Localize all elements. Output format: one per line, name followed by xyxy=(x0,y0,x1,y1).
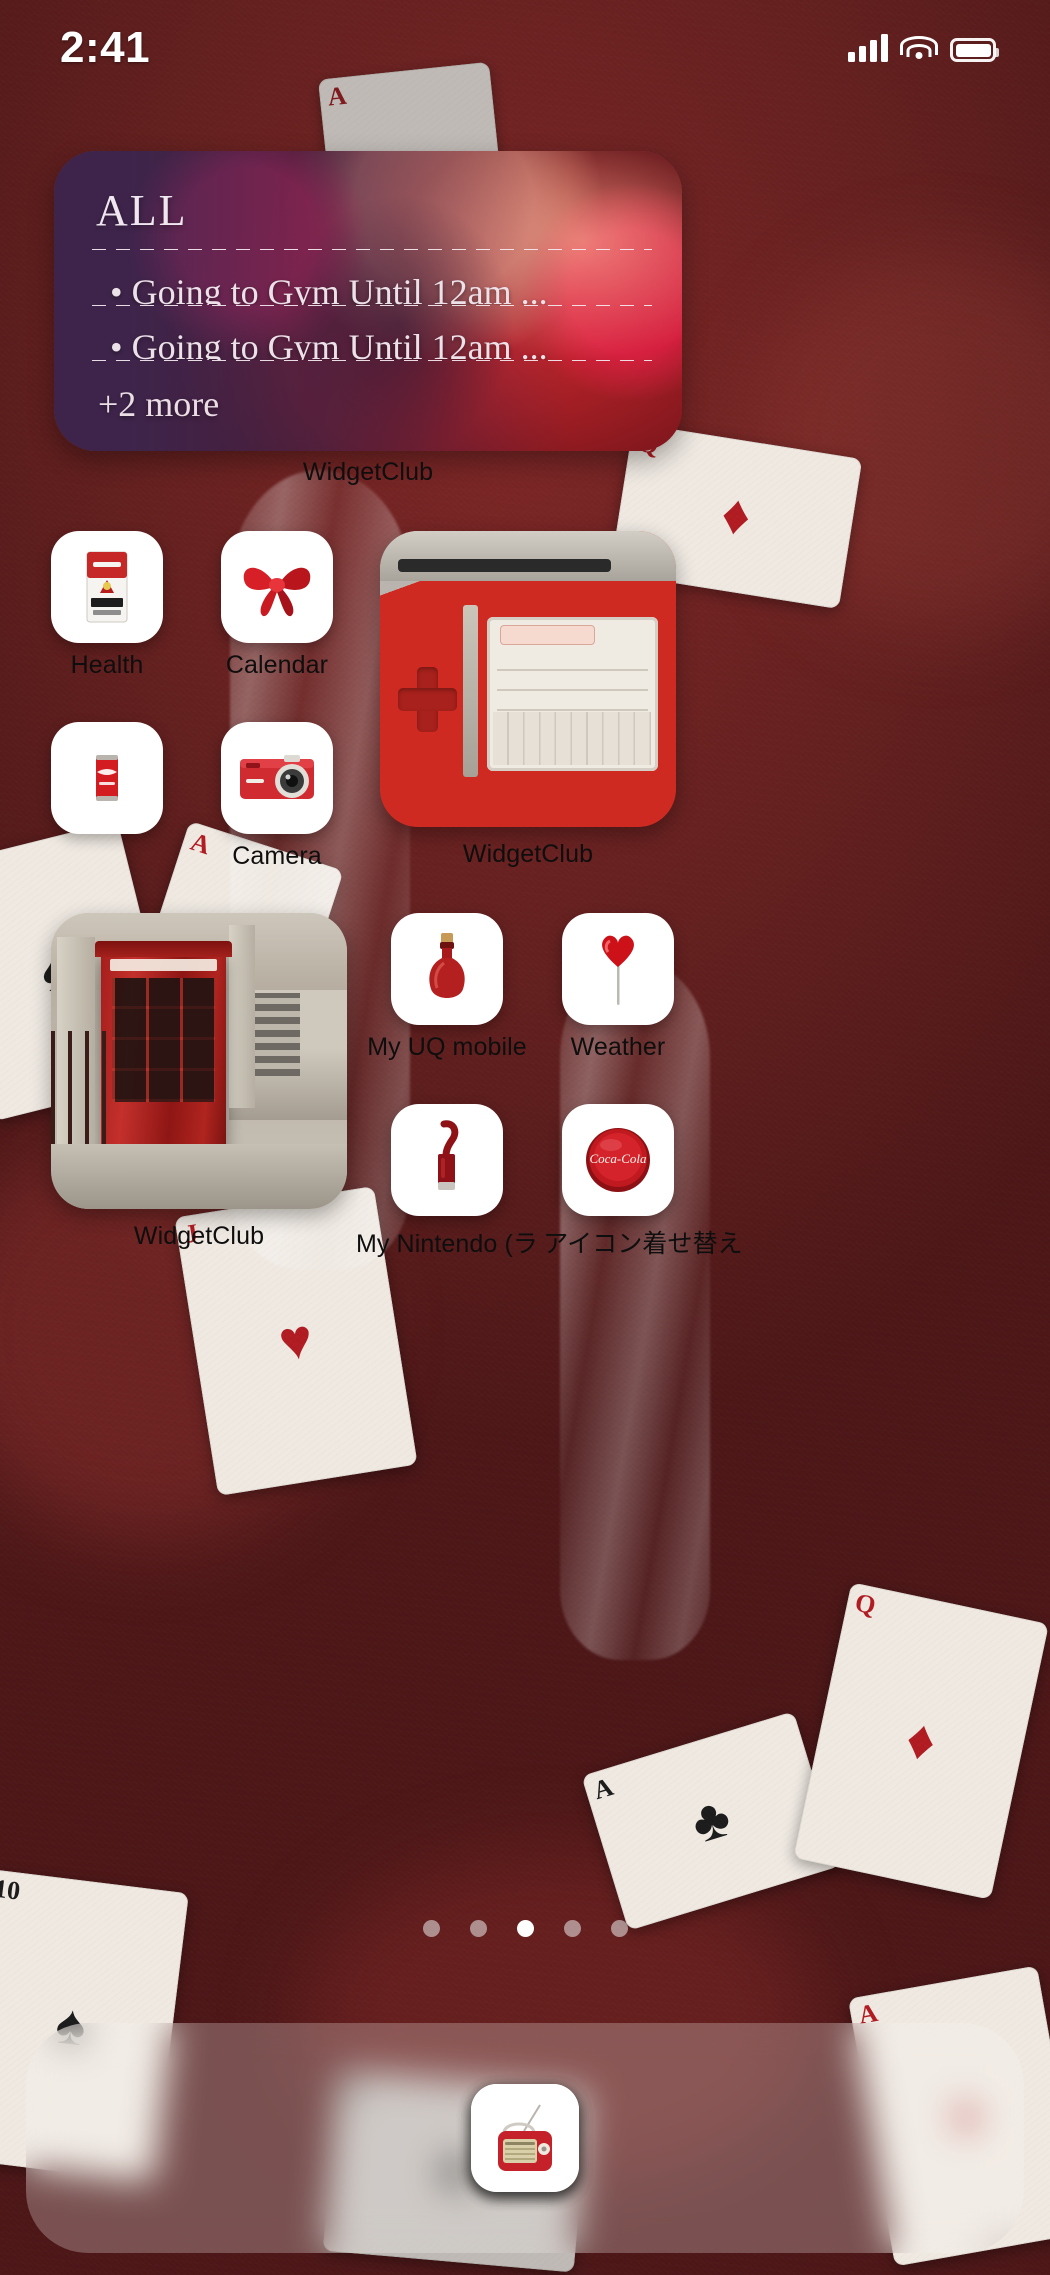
svg-text:Coca-Cola: Coca-Cola xyxy=(589,1151,647,1166)
app-icon-icon-dressup[interactable]: Coca-Cola xyxy=(562,1104,674,1216)
page-dot[interactable] xyxy=(563,1920,581,1937)
wifi-icon xyxy=(900,36,938,62)
booth-pillar xyxy=(228,924,256,1109)
ds-hinge xyxy=(380,531,676,582)
coca-cola-can-icon xyxy=(51,722,163,834)
widget-label-widgetclub: WidgetClub xyxy=(302,458,434,486)
widget-title: ALL xyxy=(96,186,188,235)
ds-side-buttons xyxy=(462,605,478,777)
app-label-weather: Weather xyxy=(570,1033,666,1061)
ds-keyboard xyxy=(493,712,652,765)
page-dot[interactable] xyxy=(422,1920,440,1937)
app-label-icon-dressup: アイコン着せ替え xyxy=(543,1230,743,1258)
battery-icon xyxy=(950,38,999,62)
status-bar: 2:41 xyxy=(0,0,1050,96)
app-icon-my-uq-mobile[interactable] xyxy=(391,913,503,1025)
dock-icon-radio[interactable] xyxy=(471,2084,579,2192)
widget-task-item[interactable]: • Going to Gym Until 12am ... xyxy=(88,250,652,304)
red-camera-icon xyxy=(221,722,333,834)
heart-lollipop-icon xyxy=(562,913,674,1025)
booth-telephone-sign xyxy=(110,958,217,972)
page-dot[interactable] xyxy=(610,1920,628,1937)
app-label-calendar: Calendar xyxy=(225,651,329,679)
widget-photo-nintendo-ds[interactable] xyxy=(380,531,676,827)
coca-cola-cap-icon: Coca-Cola xyxy=(562,1104,674,1216)
page-indicator[interactable] xyxy=(0,1920,1050,1937)
ds-touch-screen xyxy=(486,616,659,771)
red-lipstick-icon xyxy=(391,1104,503,1216)
app-label-my-uq-mobile: My UQ mobile xyxy=(367,1033,527,1061)
app-icon-coca-cola[interactable] xyxy=(51,722,163,834)
page-dot[interactable] xyxy=(469,1920,487,1937)
ds-username-field xyxy=(500,624,595,645)
cigarette-pack-icon xyxy=(51,531,163,643)
page-dot-active[interactable] xyxy=(516,1920,534,1937)
home-screen: ALL • Going to Gym Until 12am ... • Goin… xyxy=(0,0,1050,2275)
widget-todo-all[interactable]: ALL • Going to Gym Until 12am ... • Goin… xyxy=(54,151,682,451)
ds-dpad xyxy=(397,667,458,733)
red-glass-bottle-icon xyxy=(391,913,503,1025)
booth-window-panes xyxy=(111,978,216,1103)
booth-pavement xyxy=(51,1143,347,1209)
widget-content: ALL • Going to Gym Until 12am ... • Goin… xyxy=(54,151,682,451)
app-icon-weather[interactable] xyxy=(562,913,674,1025)
widget-label-widgetclub: WidgetClub xyxy=(462,840,594,868)
signal-bars-icon xyxy=(848,34,888,62)
status-bar-clock: 2:41 xyxy=(60,23,151,72)
dock xyxy=(26,2023,1024,2253)
booth-crown xyxy=(95,941,232,958)
status-bar-indicators xyxy=(848,34,999,62)
app-label-camera: Camera xyxy=(232,842,322,870)
widget-more-label[interactable]: +2 more xyxy=(88,361,652,425)
ds-label-band xyxy=(397,559,611,573)
red-radio-icon xyxy=(471,2084,579,2192)
app-icon-health[interactable] xyxy=(51,531,163,643)
widget-photo-phone-booth[interactable] xyxy=(51,913,347,1209)
red-bow-icon xyxy=(221,531,333,643)
widget-background-photo xyxy=(51,913,347,1209)
widget-label-widgetclub: WidgetClub xyxy=(133,1222,265,1250)
app-icon-camera[interactable] xyxy=(221,722,333,834)
app-label-health: Health xyxy=(70,651,144,679)
app-icon-my-nintendo[interactable] xyxy=(391,1104,503,1216)
app-icon-calendar[interactable] xyxy=(221,531,333,643)
widget-task-item[interactable]: • Going to Gym Until 12am ... xyxy=(88,305,652,360)
widget-background-photo xyxy=(380,531,676,827)
